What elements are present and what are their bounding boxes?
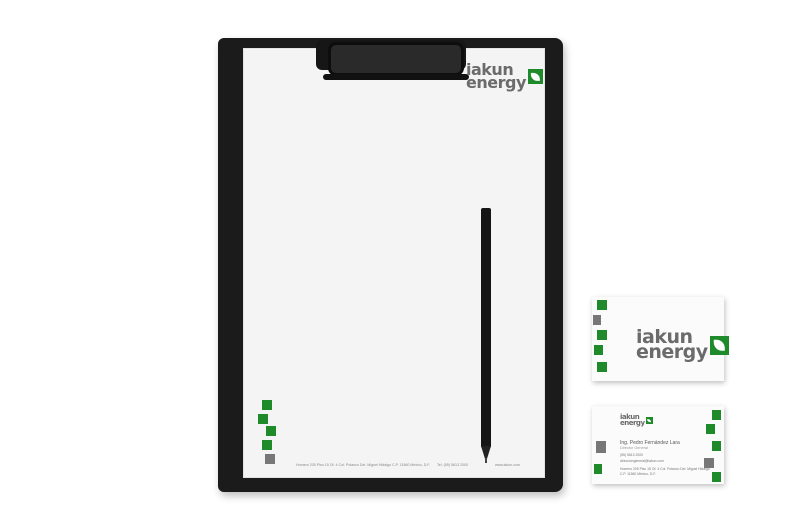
clip-bar — [323, 74, 469, 80]
letterhead-address: Homero 205 Piso 15 Of. 4 Col. Polanco De… — [296, 463, 431, 467]
deco-square — [712, 410, 721, 420]
card-back-logo: iakun energy — [620, 414, 653, 427]
deco-square — [597, 330, 607, 340]
deco-square — [593, 315, 601, 325]
letterhead-web: www.iakun.com — [495, 463, 520, 467]
card-person-title: Director General — [620, 446, 648, 450]
deco-square — [594, 345, 603, 355]
deco-square — [258, 414, 268, 424]
leaf-icon — [527, 69, 543, 85]
logo-word-energy: energy — [466, 72, 526, 92]
card-front-logo: iakun energy — [636, 327, 729, 364]
deco-square — [704, 458, 714, 468]
card-email: direcciongeneral@iakun.com — [620, 459, 664, 463]
letterhead-phone: Tel. (55) 5613 2000 — [437, 463, 468, 467]
deco-square — [594, 464, 602, 474]
deco-square — [265, 454, 275, 464]
logo-word-energy: energy — [636, 341, 708, 364]
deco-square — [712, 441, 721, 451]
card-phone: (55) 5613 2000 — [620, 453, 643, 457]
pencil — [481, 208, 491, 448]
deco-square — [262, 400, 272, 410]
card-address-line1: Homero 205 Piso 15 Of. 4 Col. Polanco De… — [620, 467, 710, 471]
pencil-lead — [485, 458, 487, 463]
letterhead-logo: iakun energy — [466, 62, 543, 92]
leaf-icon — [709, 335, 729, 355]
deco-square — [597, 362, 607, 372]
deco-square — [266, 426, 276, 436]
letterhead-paper — [243, 48, 545, 478]
clip-ring — [328, 42, 464, 76]
deco-square — [596, 441, 606, 453]
deco-square — [597, 300, 607, 310]
logo-word-energy: energy — [620, 418, 645, 427]
card-address-line2: C.P. 11560 México, D.F. — [620, 472, 656, 476]
leaf-icon — [645, 417, 653, 425]
deco-square — [712, 472, 721, 482]
deco-square — [706, 424, 715, 434]
deco-square — [262, 440, 272, 450]
